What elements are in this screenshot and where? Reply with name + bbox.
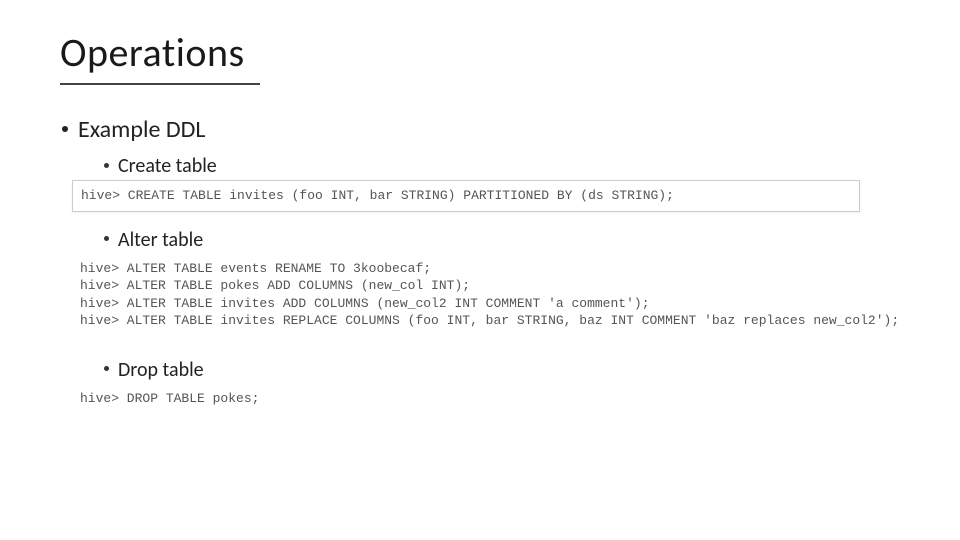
code-create-table: hive> CREATE TABLE invites (foo INT, bar… bbox=[72, 180, 860, 212]
bullet-dot-icon bbox=[104, 236, 109, 241]
bullet-level2-create-table: Create table bbox=[104, 154, 900, 178]
bullet-text: Drop table bbox=[118, 358, 204, 382]
bullet-level2-drop-table: Drop table bbox=[104, 358, 900, 382]
code-alter-table: hive> ALTER TABLE events RENAME TO 3koob… bbox=[72, 254, 860, 336]
title-underline bbox=[60, 83, 260, 85]
bullet-level1-example-ddl: Example DDL bbox=[62, 115, 900, 144]
bullet-dot-icon bbox=[104, 366, 109, 371]
bullet-dot-icon bbox=[104, 163, 109, 168]
bullet-dot-icon bbox=[62, 126, 68, 132]
code-drop-table: hive> DROP TABLE pokes; bbox=[72, 384, 860, 414]
bullet-text: Create table bbox=[118, 154, 217, 178]
bullet-text: Example DDL bbox=[78, 115, 205, 144]
page-title: Operations bbox=[60, 28, 900, 77]
slide: Operations Example DDL Create table hive… bbox=[0, 0, 960, 540]
bullet-level2-alter-table: Alter table bbox=[104, 228, 900, 252]
bullet-text: Alter table bbox=[118, 228, 203, 252]
